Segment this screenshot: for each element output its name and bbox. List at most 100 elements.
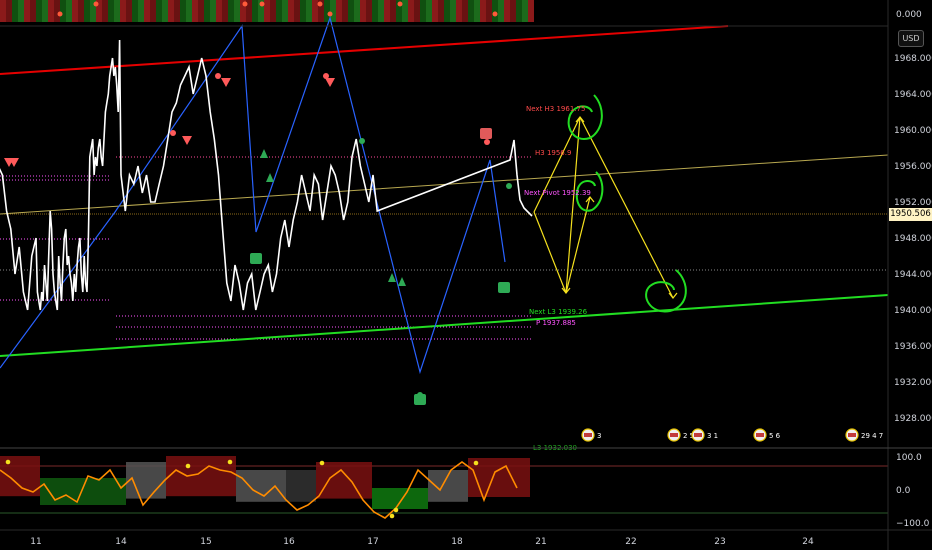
forecast-arrowhead	[668, 292, 678, 299]
strip-cell	[342, 0, 348, 22]
event-badges[interactable]: 3 2 5 3 1 5 6 29 4 7	[581, 428, 883, 442]
zigzag-line	[0, 15, 506, 375]
strip-cell	[282, 0, 288, 22]
strip-cell	[498, 0, 504, 22]
strip-cell	[516, 0, 522, 22]
strip-cell	[204, 0, 210, 22]
signal-tag	[250, 253, 262, 264]
sell-signal-marker	[182, 136, 192, 145]
price-tick-label: 1968.000	[894, 54, 932, 64]
date-tick-label: 18	[451, 537, 463, 547]
zigzag-path	[0, 15, 506, 375]
strip-cell	[354, 0, 360, 22]
date-tick-label: 16	[283, 537, 295, 547]
annotation-p: P 1937.885	[536, 319, 576, 327]
signal-dot	[506, 183, 512, 189]
strip-cell	[18, 0, 24, 22]
strip-cell	[186, 0, 192, 22]
strip-cell	[120, 0, 126, 22]
strip-dot	[317, 1, 323, 7]
strip-cell	[6, 0, 12, 22]
signal-heat-strip	[0, 0, 534, 22]
strip-cell	[180, 0, 186, 22]
oscillator-tick-label: −100.0	[896, 519, 930, 529]
strip-cell	[132, 0, 138, 22]
strip-cell	[84, 0, 90, 22]
event-badge[interactable]: 2 5	[667, 428, 694, 442]
strip-cell	[360, 0, 366, 22]
price-tick-label: 1936.000	[894, 342, 932, 352]
strip-cell	[126, 0, 132, 22]
price-tick-label: 1964.000	[894, 90, 932, 100]
event-badge[interactable]: 5 6	[753, 428, 781, 442]
osc-block	[372, 488, 428, 509]
price-axis-ticks: 1968.000 1964.000 1960.000 1956.000 1952.000…	[894, 54, 932, 424]
price-tick-label: 1940.000	[894, 306, 932, 316]
strip-cell	[330, 0, 336, 22]
price-path	[0, 39, 533, 311]
event-badge[interactable]: 29 4 7	[845, 428, 883, 442]
strip-cell	[348, 0, 354, 22]
currency-button[interactable]: USD	[898, 30, 924, 47]
strip-cell	[48, 0, 54, 22]
date-tick-label: 15	[200, 537, 211, 547]
strip-cell	[252, 0, 258, 22]
chart-canvas[interactable]: Next H3 1961.75 H3 1956.9 Next Pivot 195…	[0, 0, 932, 550]
strip-cell	[324, 0, 330, 22]
annotation-next-l3: Next L3 1939.26	[529, 308, 588, 316]
sell-signal-marker	[325, 78, 335, 87]
price-tick-label: 1952.000	[894, 198, 932, 208]
strip-cell	[144, 0, 150, 22]
oscillator-tick-label: 100.0	[896, 453, 922, 463]
strip-cell	[102, 0, 108, 22]
price-tick-label: 1932.000	[894, 378, 932, 388]
osc-signal-dot	[393, 507, 399, 513]
date-tick-label: 17	[367, 537, 378, 547]
date-tick-label: 21	[535, 537, 546, 547]
forecast-arrows	[533, 94, 687, 313]
date-axis-ticks: 11 14 15 16 17 18 21 22 23 24	[30, 537, 814, 547]
osc-block	[126, 462, 166, 499]
strip-cell	[60, 0, 66, 22]
event-badge[interactable]: 3 1	[691, 428, 718, 442]
strip-cell	[432, 0, 438, 22]
strip-cell	[210, 0, 216, 22]
price-line	[0, 39, 533, 311]
trend-channels	[0, 25, 889, 357]
forecast-circle	[645, 269, 687, 313]
buy-signal-marker	[266, 173, 274, 182]
strip-cell	[264, 0, 270, 22]
strip-cell	[30, 0, 36, 22]
strip-cell	[36, 0, 42, 22]
strip-cell	[294, 0, 300, 22]
strip-cell	[480, 0, 486, 22]
event-badge[interactable]: 3	[581, 428, 601, 442]
strip-cell	[270, 0, 276, 22]
osc-block	[100, 478, 126, 505]
price-tick-label: 1944.000	[894, 270, 932, 280]
forecast-arrowhead	[585, 196, 595, 203]
strip-cell	[522, 0, 528, 22]
strip-cell	[468, 0, 474, 22]
forecast-circle	[567, 94, 603, 140]
strip-cell	[72, 0, 78, 22]
top-axis-value: 0.000	[896, 10, 922, 20]
price-tick-label: 1960.000	[894, 126, 932, 136]
strip-cell	[420, 0, 426, 22]
strip-cell	[54, 0, 60, 22]
strip-cell	[474, 0, 480, 22]
strip-dot	[397, 1, 403, 7]
strip-cell	[402, 0, 408, 22]
oscillator-axis-ticks: 100.0 0.0 −100.0	[896, 453, 930, 529]
event-badge-label: 3	[597, 432, 601, 440]
annotation-next-h3: Next H3 1961.75	[526, 105, 585, 113]
strip-dot	[57, 11, 63, 17]
strip-cell	[504, 0, 510, 22]
flag-stripe	[670, 433, 678, 437]
strip-cell	[414, 0, 420, 22]
flag-stripe	[756, 433, 764, 437]
strip-cell	[528, 0, 534, 22]
event-badge-label: 5 6	[769, 432, 781, 440]
flag-stripe	[694, 433, 702, 437]
strip-cell	[336, 0, 342, 22]
